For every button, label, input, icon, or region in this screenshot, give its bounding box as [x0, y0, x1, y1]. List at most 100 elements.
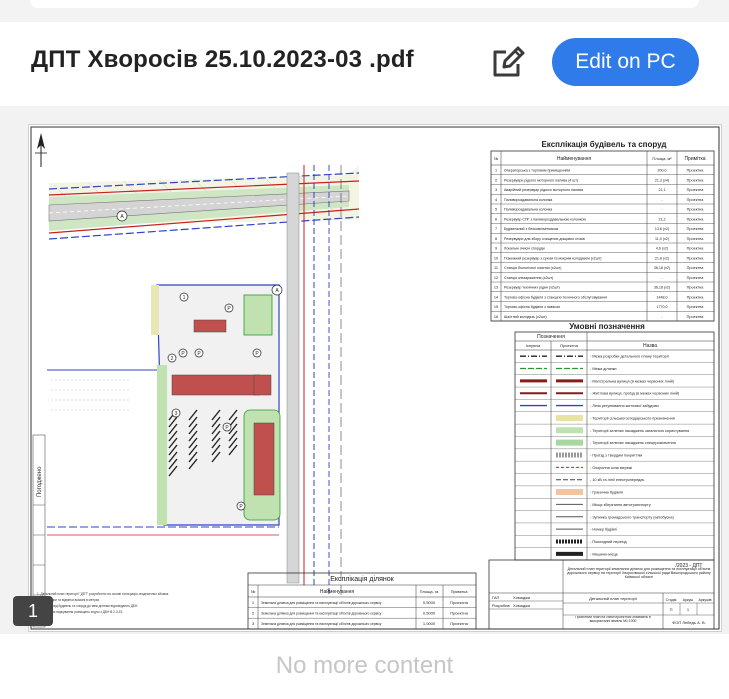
- legend-title: Умовні позначення: [569, 322, 645, 331]
- table-cell: Резервуар технічних рідин (х2шт): [504, 286, 560, 290]
- table-cell: 16: [494, 315, 498, 319]
- drawing-page[interactable]: Погоджено А А 1 2 3 Р Р Р Р Р Р Експліка…: [28, 124, 722, 632]
- edit-on-pc-button[interactable]: Edit on PC: [552, 38, 699, 86]
- table-cell: 200,0: [658, 169, 667, 173]
- table-cell: Станція знезараження (х2шт): [504, 276, 553, 280]
- table-cell: 3: [495, 188, 497, 192]
- legend-label: - Межа ділянки: [590, 367, 617, 371]
- legend-label: - Проїзд з твердим покриттям: [590, 454, 642, 458]
- table-cell: 1448,0: [657, 295, 668, 299]
- table-cell: Проектна: [687, 178, 705, 182]
- table-cell: 9: [495, 247, 497, 251]
- table-cell: 4,6 (х2): [656, 247, 668, 251]
- legend-col: Позначення: [537, 334, 565, 340]
- stage-header: Аркуш: [683, 598, 694, 602]
- table-cell: Земельна ділянка для розміщення та експл…: [261, 601, 382, 605]
- map-label: 1: [183, 295, 186, 301]
- legend-label: - Території зелених насаджень спецпризна…: [590, 441, 676, 445]
- title-block-stage: П: [670, 607, 673, 612]
- table-cell: 36,18 (х2): [654, 286, 670, 290]
- table-cell: 15: [494, 305, 498, 309]
- legend-label: - Магістральна вулиця (в межах червоних …: [590, 379, 675, 383]
- table-cell: Проектна: [450, 621, 468, 626]
- table-cell: Проектна: [687, 315, 705, 319]
- table-cell: Станція біологічної очистки (х2шт): [504, 266, 561, 270]
- table-cell: 0,5000: [423, 600, 436, 605]
- map-label: 2: [171, 356, 174, 362]
- table-cell: Аварійний резервуар рідкого моторного па…: [504, 188, 583, 192]
- table-cell: 11,0 (х2): [655, 237, 669, 241]
- table-cell: Проектна: [687, 256, 705, 260]
- table-cell: Операторська з торговим приміщенням: [504, 169, 570, 173]
- table-cell: Резервуари рідкого моторного палива (4 ш…: [504, 178, 578, 182]
- legend-label: - Лінія регулювання житлової забудови: [590, 404, 659, 408]
- plots-col: №: [251, 589, 255, 594]
- legend-label: - Межа розробки детального плану територ…: [590, 355, 670, 359]
- table-cell: Земельна ділянка для розміщення та експл…: [261, 622, 382, 626]
- table-cell: Проектна: [450, 600, 468, 605]
- legend-label: - Охоронна зона мережі: [590, 466, 632, 470]
- table-cell: Торгово-офісна будівля з навісом: [504, 305, 560, 309]
- stage-header: Аркушів: [698, 598, 711, 602]
- table-cell: Проектна: [687, 305, 705, 309]
- stage-header: Стадія: [666, 598, 677, 602]
- table-cell: 0,5000: [423, 611, 436, 616]
- buildings-col: Найменування: [557, 155, 592, 162]
- legend-label: - Зупинка громадського транспорту (автоб…: [590, 515, 674, 519]
- table-cell: 6: [495, 217, 497, 221]
- side-label: Погоджено: [37, 466, 43, 497]
- table-cell: Проектна: [687, 169, 705, 173]
- role: Розробив: [492, 603, 510, 608]
- table-cell: Проектна: [687, 227, 705, 231]
- name: Хомаджи: [513, 595, 530, 600]
- map-label: 3: [175, 411, 178, 417]
- table-cell: 21,3 (х4): [655, 178, 669, 182]
- title-block-description: Детальний план території земельних ділян…: [567, 567, 711, 579]
- note: 1. Детальний план території "ДПТ" розроб…: [37, 592, 169, 596]
- table-cell: Проектна: [687, 217, 705, 221]
- table-cell: Шахтний колодязь (х2шт): [504, 315, 547, 319]
- table-cell: Проектна: [687, 237, 705, 241]
- role: ГАП: [492, 595, 500, 600]
- table-cell: Проектна: [687, 198, 705, 202]
- legend-label: - Гранична будівля: [590, 491, 623, 495]
- table-cell: Проектна: [687, 295, 705, 299]
- legend-label: - Місця зберігання автотранспорту: [590, 503, 651, 507]
- legend-label: - Території зелених насаджень загального…: [590, 429, 689, 433]
- page-number-badge: 1: [13, 596, 53, 626]
- table-cell: Резервуари для збору очищених дощових ст…: [504, 237, 585, 241]
- legend-label: - Номер будівлі: [590, 528, 617, 532]
- table-cell: Проектна: [687, 247, 705, 251]
- table-cell: 5: [495, 208, 497, 212]
- table-cell: Проектна: [687, 266, 705, 270]
- table-cell: Паливороздавальна колонка: [504, 198, 552, 202]
- end-of-content-label: No more content: [275, 652, 454, 679]
- buildings-col: Площа, м²: [652, 156, 672, 161]
- table-cell: Пожежний резервуар з сухим та мокрим кол…: [504, 256, 601, 260]
- table-cell: Локальні очисні споруди: [504, 247, 545, 251]
- name: Хомаджи: [513, 603, 530, 608]
- table-cell: Торгово-офісна будівля з станцією техніч…: [504, 295, 607, 299]
- table-cell: 36,18 (х2): [654, 266, 670, 270]
- table-cell: 13,6 (х2): [655, 227, 669, 231]
- table-cell: Проектна: [687, 276, 705, 280]
- table-cell: Проектна: [687, 286, 705, 290]
- plots-col: Примітка: [451, 589, 469, 594]
- document-title: ДПТ Хворосів 25.10.2023-03 .pdf: [31, 46, 414, 73]
- table-cell: 2: [495, 178, 497, 182]
- pencil-square-icon[interactable]: [490, 44, 526, 80]
- plots-col: Площа, га: [420, 589, 440, 594]
- table-cell: 1,0000: [423, 621, 436, 626]
- title-block-org: ФОП Лебедь А. В.: [672, 620, 706, 625]
- plots-col: Найменування: [320, 588, 355, 595]
- table-cell: Проектна: [687, 208, 705, 212]
- table-cell: 13: [494, 286, 498, 290]
- title-block-sheet-name: Детальний план території: [589, 596, 638, 601]
- table-cell: Земельна ділянка для розміщення та експл…: [261, 612, 382, 616]
- table-cell: Проектна: [450, 611, 468, 616]
- table-cell: 21,2: [659, 217, 666, 221]
- table-cell: Паливороздавальна колонка: [504, 208, 552, 212]
- table-cell: 4: [495, 198, 497, 202]
- legend-label: - 10 кВ та лінії електропередач: [590, 478, 644, 482]
- divider: [0, 106, 729, 114]
